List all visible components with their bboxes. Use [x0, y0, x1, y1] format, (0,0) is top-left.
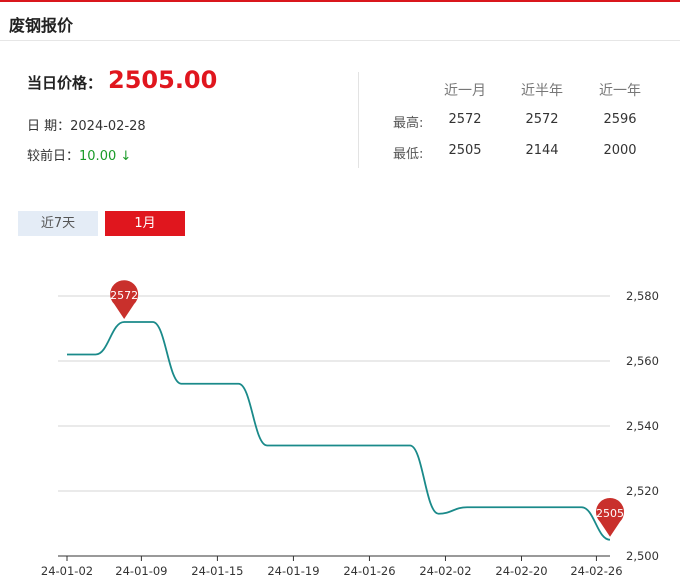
change-value: 10.00 ↓: [79, 149, 132, 164]
x-tick-label: 24-01-26: [343, 564, 395, 578]
x-tick-label: 24-01-15: [191, 564, 243, 578]
row-label-low: 最低:: [393, 147, 424, 162]
x-tick-label: 24-01-02: [41, 564, 93, 578]
panel-header: 废钢报价: [0, 2, 680, 41]
vertical-divider: [358, 72, 359, 168]
tab-7-days[interactable]: 近7天: [18, 211, 98, 236]
col-header-year: 近一年: [599, 83, 641, 99]
x-tick-label: 24-01-09: [115, 564, 167, 578]
price-summary: 当日价格： 2505.00 日 期：2024-02-28 较前日：10.00 ↓: [0, 60, 360, 170]
y-tick-label: 2,500: [626, 549, 659, 563]
y-tick-label: 2,540: [626, 419, 659, 433]
price-line-chart: 2,500 2,520 2,540 2,560 2,580 24-01-02 24-01-0…: [41, 280, 659, 578]
y-tick-label: 2,560: [626, 354, 659, 368]
date-value: 2024-02-28: [70, 119, 146, 134]
x-tick-label: 24-02-26: [570, 564, 622, 578]
today-price-row: 当日价格： 2505.00: [27, 66, 217, 94]
panel-title: 废钢报价: [9, 16, 74, 35]
date-row: 日 期：2024-02-28: [27, 115, 146, 134]
col-header-month: 近一月: [444, 83, 486, 99]
price-series-line: [67, 321, 611, 541]
change-row: 较前日：10.00 ↓: [27, 145, 131, 164]
row-label-high: 最高:: [393, 116, 424, 131]
low-half-year-value: 2144: [525, 143, 559, 158]
high-year-value: 2596: [603, 112, 637, 127]
price-range-table: 近一月 近半年 近一年 最高: 2572 2572 2596 最低: 2505 …: [380, 70, 670, 170]
x-tick-label: 24-02-20: [495, 564, 547, 578]
low-month-value: 2505: [448, 143, 482, 158]
y-tick-label: 2,520: [626, 484, 659, 498]
today-price-value: 2505.00: [108, 66, 218, 94]
price-marker-label: 2572: [110, 289, 138, 302]
high-half-year-value: 2572: [525, 112, 559, 127]
change-label: 较前日：: [27, 149, 80, 164]
y-tick-label: 2,580: [626, 289, 659, 303]
col-header-half-year: 近半年: [521, 83, 563, 99]
x-tick-label: 24-02-02: [419, 564, 471, 578]
low-year-value: 2000: [603, 143, 637, 158]
high-month-value: 2572: [448, 112, 482, 127]
date-label: 日 期：: [27, 119, 71, 134]
price-marker-label: 2505: [596, 507, 624, 520]
x-tick-label: 24-01-19: [267, 564, 319, 578]
tab-1-month[interactable]: 1月: [105, 211, 185, 236]
today-price-label: 当日价格：: [27, 74, 103, 92]
